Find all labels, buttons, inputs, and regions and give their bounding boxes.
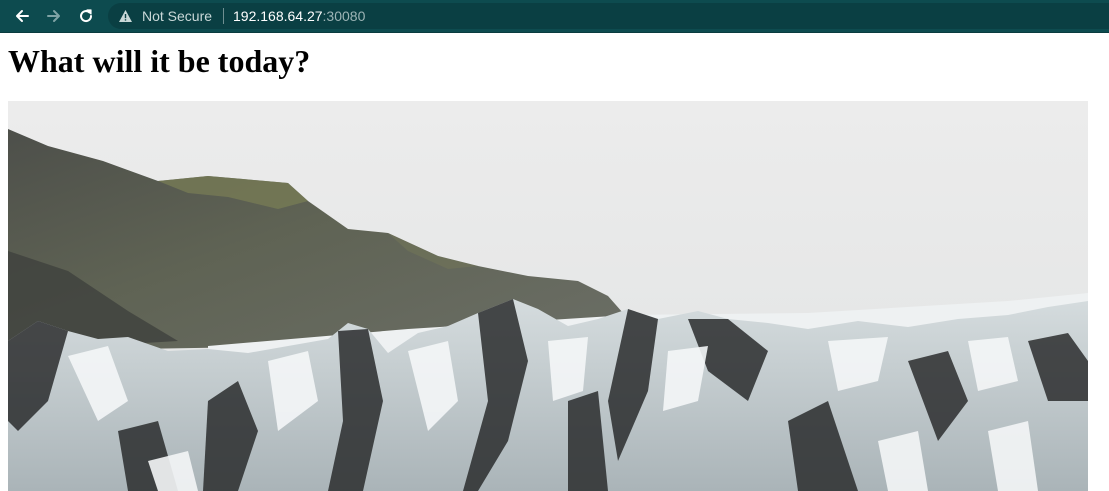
arrow-left-icon: [16, 10, 29, 22]
address-bar[interactable]: Not Secure 192.168.64.27:30080: [108, 3, 1109, 29]
browser-toolbar: Not Secure 192.168.64.27:30080: [0, 0, 1109, 33]
glacier-image: [8, 101, 1088, 491]
arrow-right-icon: [47, 10, 60, 22]
reload-icon: [80, 9, 93, 23]
page-title: What will it be today?: [8, 43, 311, 79]
url-text[interactable]: 192.168.64.27:30080: [233, 7, 365, 25]
reload-button[interactable]: [75, 6, 97, 26]
warning-icon[interactable]: [118, 9, 133, 23]
url-host: 192.168.64.27: [233, 8, 323, 24]
address-divider: [223, 8, 224, 24]
security-status-label[interactable]: Not Secure: [142, 7, 212, 25]
url-port: :30080: [322, 8, 366, 24]
forward-button[interactable]: [43, 6, 65, 26]
back-button[interactable]: [11, 6, 33, 26]
